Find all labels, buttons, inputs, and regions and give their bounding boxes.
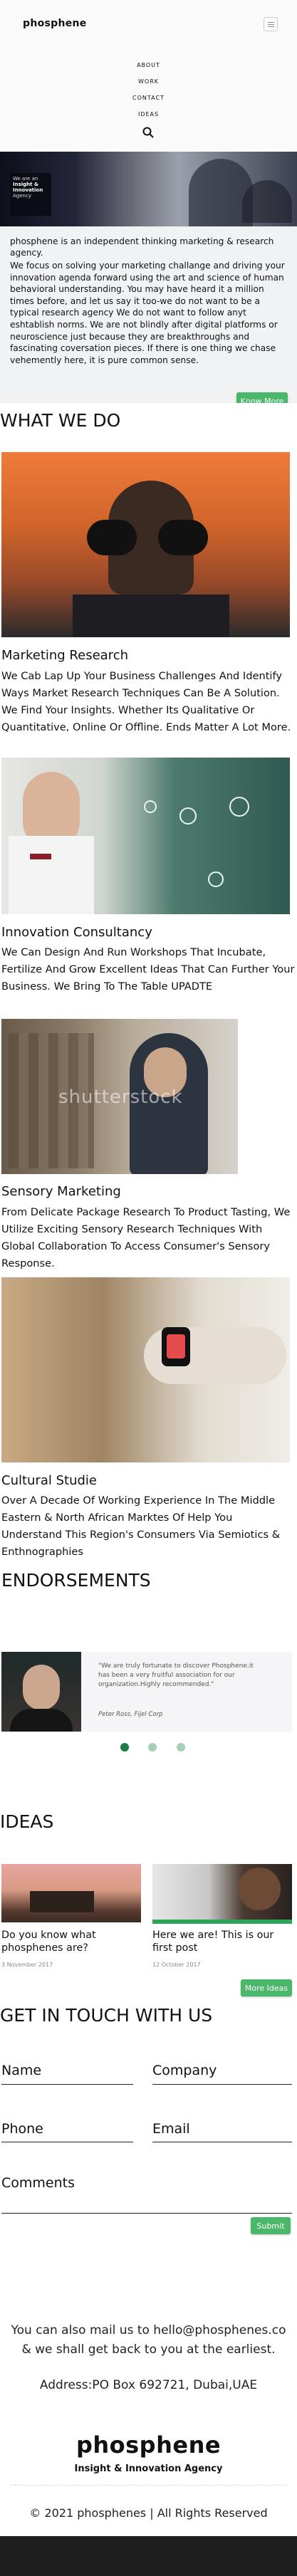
- contact-section: GET IN TOUCH WITH US Name Company Phone …: [0, 2004, 297, 2261]
- marketing-research-image: [1, 452, 290, 637]
- idea-post-1-date: 3 November 2017: [1, 1962, 53, 1968]
- footer-bar: [0, 2536, 297, 2576]
- hero-body: We focus on solving your marketing chall…: [10, 261, 285, 365]
- cultural-studie-image: [1, 1277, 290, 1462]
- idea-post-2-title[interactable]: Here we are! This is our first post: [152, 1930, 288, 1955]
- hero-intro: phosphene is an independent thinking mar…: [10, 236, 274, 258]
- card-title-cultural-studie[interactable]: Cultural Studie: [1, 1473, 97, 1488]
- card-title-sensory-marketing[interactable]: Sensory Marketing: [1, 1184, 121, 1199]
- idea-post-1-title[interactable]: Do you know what phosphenes are?: [1, 1930, 137, 1955]
- name-field[interactable]: Name: [1, 2063, 41, 2078]
- innovation-consultancy-image: [1, 758, 290, 914]
- badge-line: Agency: [13, 193, 31, 199]
- badge-line: We are an: [13, 176, 38, 182]
- ideas-title: IDEAS: [0, 1811, 54, 1832]
- shutterstock-watermark: shutterstock: [58, 1087, 183, 1108]
- badge-line: Innovation: [13, 187, 43, 193]
- card-text-marketing-research: We Cab Lap Up Your Business Challenges A…: [1, 670, 291, 734]
- testimonial-avatar: [1, 1652, 81, 1732]
- nav-contact[interactable]: CONTACT: [0, 95, 297, 101]
- phone-field[interactable]: Phone: [1, 2121, 43, 2137]
- carousel-dot-1[interactable]: [120, 1743, 129, 1752]
- badge-line: Insight &: [13, 182, 39, 187]
- hamburger-icon[interactable]: [264, 17, 278, 31]
- card-text-innovation-consultancy: We Can Design And Run Workshops That Inc…: [1, 946, 295, 993]
- name-field-underline: [1, 2084, 133, 2085]
- idea-post-2-image[interactable]: [152, 1864, 292, 1924]
- footer-logo[interactable]: phosphene: [0, 2431, 297, 2459]
- footer-rule: [11, 2485, 286, 2486]
- what-we-do-section: WHAT WE DO Marketing Research We Cab Lap…: [0, 403, 297, 1571]
- testimonial-quote: "We are truly fortunate to discover Phos…: [98, 1663, 254, 1689]
- what-we-do-title: WHAT WE DO: [0, 410, 121, 431]
- company-field[interactable]: Company: [152, 2063, 217, 2078]
- carousel-dot-3[interactable]: [177, 1743, 185, 1752]
- card-text-sensory-marketing: From Delicate Package Research To Produc…: [1, 1206, 291, 1270]
- header-logo[interactable]: phosphene: [23, 18, 87, 29]
- nav-ideas[interactable]: IDEAS: [0, 111, 297, 117]
- email-field[interactable]: Email: [152, 2121, 190, 2137]
- nav-about[interactable]: ABOUT: [0, 62, 297, 68]
- card-title-marketing-research[interactable]: Marketing Research: [1, 648, 128, 663]
- contact-title: GET IN TOUCH WITH US: [0, 2005, 213, 2026]
- mail-text: You can also mail us to hello@phosphenes…: [11, 2323, 286, 2357]
- testimonial-card: "We are truly fortunate to discover Phos…: [1, 1652, 292, 1732]
- comments-field-underline: [1, 2213, 292, 2214]
- more-ideas-button[interactable]: More Ideas: [241, 1979, 292, 1996]
- hero-section: We are an Insight & Innovation Agency ph…: [0, 152, 297, 422]
- address-text: Address:PO Box 692721, Dubai,UAE: [39, 2378, 258, 2392]
- submit-button[interactable]: Submit: [251, 2217, 291, 2234]
- endorsements-section: ENDORSEMENTS "We are truly fortunate to …: [0, 1563, 297, 1798]
- ideas-section: IDEAS Do you know what phosphenes are? 3…: [0, 1798, 297, 2004]
- card-title-innovation-consultancy[interactable]: Innovation Consultancy: [1, 925, 152, 940]
- idea-post-1-image[interactable]: [1, 1864, 141, 1922]
- endorsements-title: ENDORSEMENTS: [1, 1570, 151, 1591]
- nav-work[interactable]: WORK: [0, 78, 297, 85]
- mail-section: You can also mail us to hello@phosphenes…: [0, 2261, 297, 2510]
- site-header: phosphene ABOUT WORK CONTACT IDEAS: [0, 0, 297, 150]
- carousel-dot-2[interactable]: [148, 1743, 157, 1752]
- copyright-text: © 2021 phosphenes | All Rights Reserved: [29, 2506, 268, 2520]
- idea-post-2-date: 12 October 2017: [152, 1962, 201, 1968]
- testimonial-author: Peter Ross, Fijel Corp: [98, 1711, 163, 1718]
- company-field-underline: [152, 2084, 292, 2085]
- card-text-cultural-studie: Over A Decade Of Working Experience In T…: [1, 1494, 281, 1559]
- footer-tagline: Insight & Innovation Agency: [74, 2464, 223, 2474]
- comments-field[interactable]: Comments: [1, 2175, 75, 2191]
- page: phosphene ABOUT WORK CONTACT IDEAS We ar…: [0, 0, 297, 2576]
- search-icon[interactable]: [142, 127, 154, 138]
- hero-badge: We are an Insight & Innovation Agency: [10, 173, 51, 216]
- sensory-marketing-image: shutterstock: [1, 1019, 238, 1174]
